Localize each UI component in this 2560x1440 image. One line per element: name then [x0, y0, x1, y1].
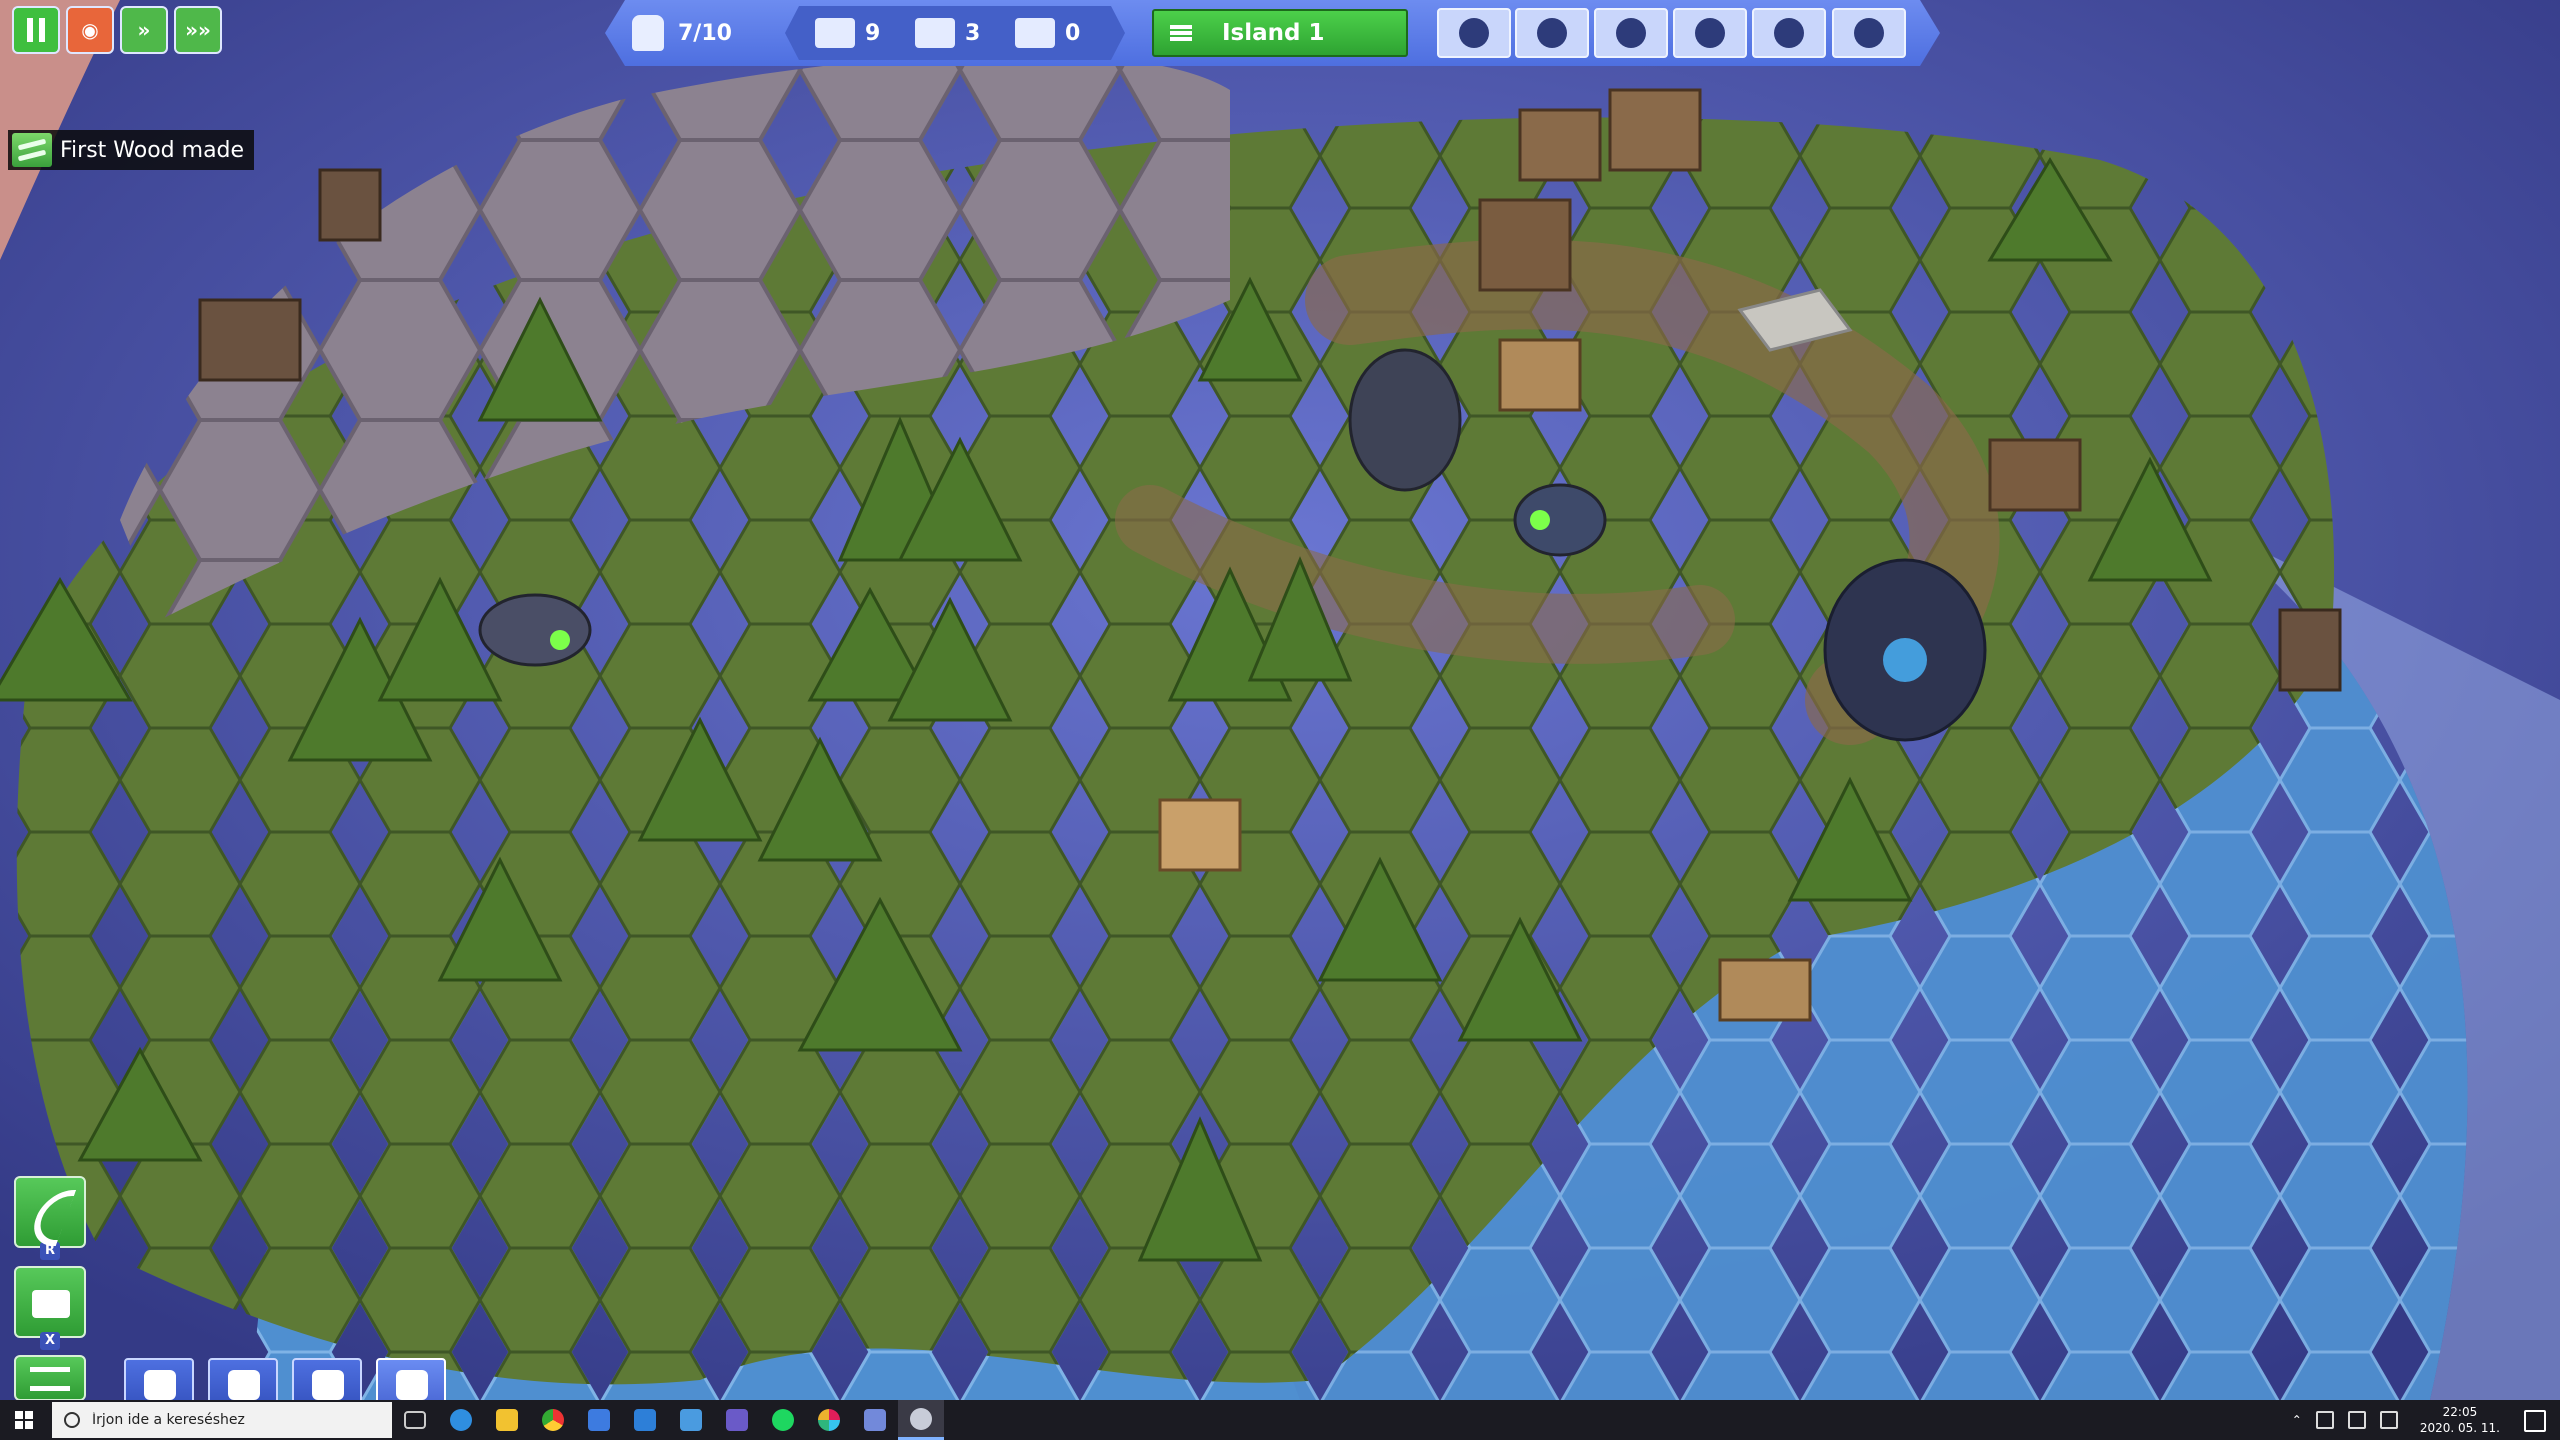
resource-wood[interactable]: 9: [815, 14, 880, 52]
population-value: 7/10: [678, 20, 732, 46]
slack-icon[interactable]: [806, 1400, 852, 1440]
taskbar-search[interactable]: [52, 1402, 392, 1438]
tools-icon: [915, 18, 955, 48]
resource-stone[interactable]: 0: [1015, 14, 1080, 52]
wood-icon: [12, 133, 52, 167]
network-icon[interactable]: [2347, 1411, 2366, 1429]
pause-icon: [27, 18, 45, 42]
happiness-icon: [1459, 18, 1489, 48]
workers-icon: [632, 15, 664, 51]
windows-taskbar: ⌃ 22:05 2020. 05. 11.: [0, 1400, 2560, 1440]
industry-icon: [396, 1370, 428, 1400]
population-counter[interactable]: 7/10: [632, 6, 732, 60]
island-terrain[interactable]: [0, 0, 2560, 1400]
food-production-icon: [228, 1370, 260, 1400]
store-icon[interactable]: [576, 1400, 622, 1440]
save-icon[interactable]: [714, 1400, 760, 1440]
road-hotkey: R: [40, 1242, 60, 1260]
transport-button[interactable]: [1832, 8, 1906, 58]
science-icon: [312, 1370, 344, 1400]
spotify-icon[interactable]: [760, 1400, 806, 1440]
discord-icon[interactable]: [852, 1400, 898, 1440]
volume-icon[interactable]: [2315, 1411, 2334, 1429]
speed-3-button[interactable]: »»: [174, 6, 222, 54]
search-icon: [64, 1412, 80, 1428]
mail-icon[interactable]: [622, 1400, 668, 1440]
resource-panel: 9 3 0: [785, 6, 1125, 60]
happiness-button[interactable]: [1437, 8, 1511, 58]
resource-stone-value: 0: [1065, 20, 1081, 46]
notification-text: First Wood made: [60, 137, 245, 163]
research-icon: [1774, 18, 1804, 48]
search-input[interactable]: [90, 1411, 374, 1429]
stone-bricks-icon: [1015, 18, 1055, 48]
app-icon[interactable]: [668, 1400, 714, 1440]
clock[interactable]: 22:05 2020. 05. 11.: [2420, 1404, 2500, 1436]
clock-time: 22:05: [2442, 1405, 2478, 1419]
game-world-view[interactable]: First Wood made: [0, 0, 2560, 1400]
windows-icon: [15, 1411, 33, 1429]
game-icon[interactable]: [898, 1400, 944, 1440]
chevron-up-icon[interactable]: ⌃: [2292, 1413, 2302, 1427]
transport-icon: [1854, 18, 1884, 48]
research-button[interactable]: [1752, 8, 1826, 58]
menu-icon: [1170, 25, 1192, 41]
wood-planks-icon: [815, 18, 855, 48]
fastest-forward-icon: »»: [185, 18, 211, 42]
workers-manage-button[interactable]: [1594, 8, 1668, 58]
edge-icon[interactable]: [438, 1400, 484, 1440]
island-name: Island 1: [1222, 20, 1325, 46]
food-icon: [1537, 18, 1567, 48]
island-selector-button[interactable]: Island 1: [1152, 9, 1408, 57]
speed-2-button[interactable]: »: [120, 6, 168, 54]
play-icon: ◉: [81, 18, 99, 42]
resource-tools[interactable]: 3: [915, 14, 980, 52]
monitor-icon[interactable]: [2379, 1411, 2398, 1429]
resource-wood-value: 9: [865, 20, 881, 46]
bulldozer-hotkey: X: [40, 1332, 60, 1350]
achievement-notification[interactable]: First Wood made: [8, 130, 255, 170]
bulldozer-tool-button[interactable]: X: [14, 1266, 86, 1350]
road-tool-button[interactable]: R: [14, 1176, 86, 1260]
food-button[interactable]: [1515, 8, 1589, 58]
settings-button[interactable]: [1673, 8, 1747, 58]
settings-icon: [1695, 18, 1725, 48]
fast-forward-icon: »: [137, 18, 151, 42]
file-explorer-icon[interactable]: [484, 1400, 530, 1440]
housing-icon: [144, 1370, 176, 1400]
notification-center-icon[interactable]: [2524, 1410, 2546, 1432]
speed-1-button[interactable]: ◉: [66, 6, 114, 54]
resource-tools-value: 3: [965, 20, 981, 46]
start-button[interactable]: [0, 1400, 48, 1440]
pause-button[interactable]: [12, 6, 60, 54]
clock-date: 2020. 05. 11.: [2419, 1421, 2500, 1435]
workers-manage-icon: [1616, 18, 1646, 48]
task-view-icon[interactable]: [392, 1400, 438, 1440]
chrome-icon[interactable]: [530, 1400, 576, 1440]
system-tray: ⌃ 22:05 2020. 05. 11.: [2292, 1400, 2500, 1440]
build-menu-button[interactable]: [14, 1355, 86, 1401]
